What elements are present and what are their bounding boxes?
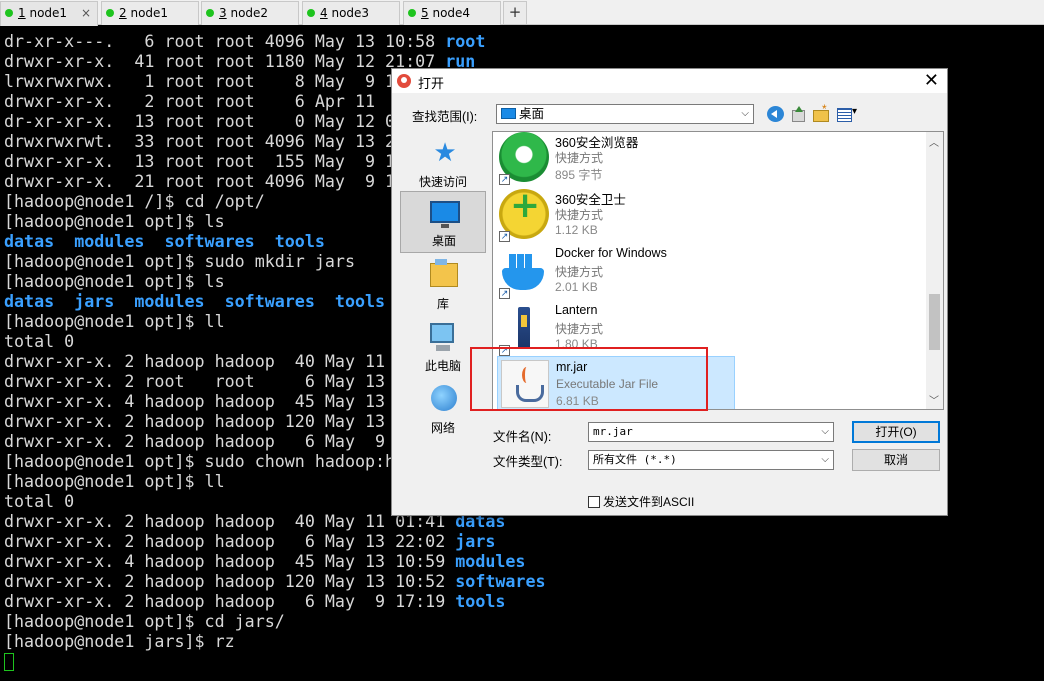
view-menu-icon[interactable]	[836, 106, 860, 122]
file-type: 快捷方式	[555, 265, 604, 279]
connected-status-icon	[408, 9, 416, 17]
connected-status-icon	[5, 9, 13, 17]
directory-name: datas modules softwares tools	[4, 232, 325, 251]
directory-name: datas jars modules softwares tools	[4, 292, 386, 311]
chevron-down-icon[interactable]: ⌵	[821, 423, 829, 441]
file-size: 1.12 KB	[555, 223, 598, 237]
terminal-line: drwxr-xr-x. 2 hadoop hadoop 6 May 9 17:1…	[4, 592, 506, 611]
terminal-line: [hadoop@node1 jars]$ rz	[4, 632, 235, 651]
back-icon[interactable]	[767, 106, 784, 122]
cancel-button[interactable]: 取消	[852, 449, 940, 471]
scroll-up-icon[interactable]: ︿	[929, 134, 939, 149]
tab-node4[interactable]: 5 node4	[403, 1, 501, 25]
connected-status-icon	[206, 9, 214, 17]
file-name: Lantern	[555, 303, 598, 317]
filename-label: 文件名(N):	[493, 430, 552, 444]
close-icon[interactable]: ✕	[924, 70, 939, 91]
file-name: Docker for Windows	[555, 246, 667, 260]
dialog-titlebar[interactable]: 打开 ✕	[392, 69, 947, 93]
close-tab-icon[interactable]: ×	[81, 2, 91, 24]
tab-label: node1	[29, 6, 68, 20]
file-size: 2.01 KB	[555, 280, 598, 294]
checkbox-label: 发送文件到ASCII	[603, 495, 695, 509]
highlight-annotation-box	[470, 347, 708, 411]
filetype-select[interactable]: 所有文件 (*.*) ⌵	[588, 450, 834, 470]
tab-label: node3	[331, 6, 370, 20]
filename-input[interactable]: mr.jar ⌵	[588, 422, 834, 442]
shortcut-arrow-icon: ↗	[499, 288, 510, 299]
lookin-dropdown[interactable]: 桌面 ⌵	[496, 104, 754, 124]
filename-value: mr.jar	[593, 425, 633, 438]
shortcut-arrow-icon: ↗	[499, 174, 510, 185]
terminal-line: drwxr-xr-x. 2 hadoop hadoop 120 May 13 1…	[4, 572, 546, 591]
place-desktop[interactable]: 桌面	[400, 191, 486, 253]
file-type: 快捷方式	[555, 322, 604, 336]
place-quick-access[interactable]: ★ 快速访问	[400, 133, 486, 195]
send-ascii-checkbox[interactable]: 发送文件到ASCII	[588, 493, 694, 510]
connected-status-icon	[106, 9, 114, 17]
file-type: 快捷方式	[555, 151, 604, 165]
chevron-down-icon: ⌵	[741, 108, 749, 119]
connected-status-icon	[307, 9, 315, 17]
tab-label: node2	[230, 6, 269, 20]
file-list-scrollbar[interactable]: ︿ ﹀	[926, 132, 943, 409]
terminal-line: [hadoop@node1 opt]$ cd jars/	[4, 612, 285, 631]
tab-node1-2[interactable]: 2 node1	[101, 1, 199, 25]
file-item-docker[interactable]: ↗ Docker for Windows 快捷方式 2.01 KB	[497, 246, 925, 303]
place-library[interactable]: 库	[400, 255, 486, 317]
file-type: 快捷方式	[555, 208, 604, 222]
open-file-dialog: 打开 ✕ 查找范围(I): 桌面 ⌵ ★ 快速访问 桌面 库 此电脑 网络	[391, 68, 948, 516]
tab-label: node4	[432, 6, 471, 20]
tab-node3[interactable]: 4 node3	[302, 1, 400, 25]
library-icon	[430, 259, 458, 287]
shortcut-arrow-icon: ↗	[499, 231, 510, 242]
open-button[interactable]: 打开(O)	[852, 421, 940, 443]
directory-name: root	[445, 32, 486, 51]
desktop-icon	[501, 108, 516, 119]
scroll-down-icon[interactable]: ﹀	[929, 392, 939, 407]
tab-node1-1[interactable]: 1 node1 ×	[0, 1, 98, 26]
file-item-360-safe[interactable]: ↗ 360安全卫士 快捷方式 1.12 KB	[497, 185, 925, 246]
place-label: 库	[436, 297, 449, 311]
terminal-line: drwxr-xr-x. 2 hadoop hadoop 6 May 13 22:…	[4, 532, 496, 551]
desktop-icon	[430, 201, 460, 228]
dialog-title: 打开	[418, 76, 445, 91]
filetype-label: 文件类型(T):	[493, 455, 563, 469]
lookin-value: 桌面	[519, 107, 545, 121]
place-label: 网络	[430, 421, 455, 435]
session-tab-bar: 1 node1 × 2 node1 3 node2 4 node3 5 node…	[0, 0, 1044, 26]
lookin-label: 查找范围(I):	[412, 110, 478, 124]
chevron-down-icon: ⌵	[821, 454, 829, 465]
checkbox-box[interactable]	[588, 496, 600, 508]
directory-name: tools	[455, 592, 506, 611]
scrollbar-thumb[interactable]	[929, 294, 940, 350]
terminal-cursor-line	[4, 652, 1044, 672]
directory-name: softwares	[455, 572, 546, 591]
terminal-cursor	[4, 653, 14, 671]
place-label: 快速访问	[418, 175, 467, 189]
terminal-line: drwxr-xr-x. 4 hadoop hadoop 45 May 13 10…	[4, 552, 526, 571]
up-folder-icon[interactable]	[789, 106, 806, 122]
tab-label: node1	[130, 6, 169, 20]
new-folder-icon[interactable]	[812, 102, 829, 122]
computer-icon	[430, 323, 454, 351]
directory-name: jars	[455, 532, 496, 551]
app-icon	[397, 74, 411, 88]
filetype-value: 所有文件 (*.*)	[593, 453, 677, 466]
terminal-line: dr-xr-x---. 6 root root 4096 May 13 10:5…	[4, 32, 486, 51]
directory-name: modules	[455, 552, 526, 571]
new-tab-button[interactable]: +	[503, 1, 527, 24]
star-icon: ★	[433, 137, 457, 167]
file-item-360-browser[interactable]: ↗ 360安全浏览器 快捷方式 895 字节	[497, 132, 925, 189]
place-label: 桌面	[431, 234, 456, 248]
file-size: 895 字节	[555, 168, 603, 182]
tab-node2[interactable]: 3 node2	[201, 1, 299, 25]
network-icon	[431, 385, 457, 411]
places-bar: ★ 快速访问 桌面 库 此电脑 网络	[398, 133, 488, 487]
